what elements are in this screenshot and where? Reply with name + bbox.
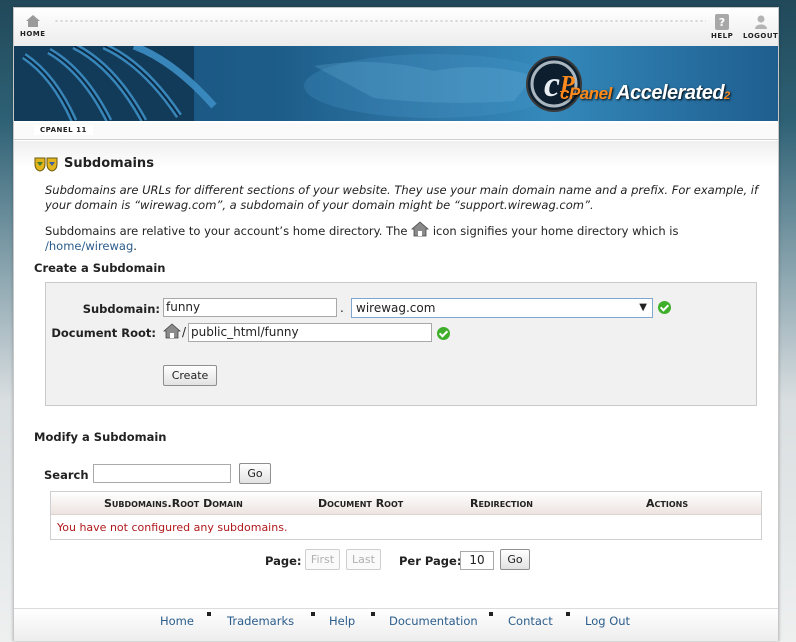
footer-link-logout[interactable]: Log Out: [585, 614, 630, 628]
docroot-home-icon: [163, 323, 181, 339]
footer-link-home[interactable]: Home: [160, 614, 194, 628]
per-page-label: Per Page:: [399, 554, 462, 568]
home-nav-button[interactable]: HOME: [20, 14, 46, 38]
subdomain-label: Subdomain:: [82, 302, 160, 316]
home-dir-path: /home/wirewag: [45, 239, 134, 253]
root-domain-selected: wirewag.com: [356, 301, 436, 315]
per-page-go-button[interactable]: Go: [500, 549, 530, 570]
first-page-button[interactable]: First: [305, 549, 340, 570]
create-subdomain-form: Subdomain: funny . wirewag.com ▼ Documen…: [45, 282, 757, 406]
home-nav-label: HOME: [20, 30, 46, 38]
subdomains-icon: [34, 157, 58, 172]
svg-text:?: ?: [719, 16, 725, 29]
home-dir-text-a: Subdomains are relative to your account’…: [45, 224, 408, 238]
footer-separator: [371, 612, 375, 616]
table-header: Subdomains.Root Domain Document Root Red…: [51, 492, 761, 515]
document-root-input[interactable]: public_html/funny: [188, 323, 432, 342]
cpanel-banner: c P cPanel Accelerated2: [14, 46, 778, 121]
subdomain-input[interactable]: funny: [163, 298, 337, 317]
breadcrumb: CPANEL 11: [14, 123, 778, 140]
help-nav-label: HELP: [711, 32, 734, 40]
create-button[interactable]: Create: [163, 365, 217, 386]
user-icon: [754, 15, 767, 29]
column-header-actions: Actions: [646, 497, 689, 510]
description-line-2: your domain is “wirewag.com”, a subdomai…: [45, 198, 594, 212]
search-label: Search: [44, 468, 89, 482]
footer-separator: [207, 612, 211, 616]
dropdown-arrow-icon: ▼: [639, 302, 647, 313]
last-page-button[interactable]: Last: [346, 549, 381, 570]
document-root-label: Document Root:: [51, 326, 156, 340]
top-navigation-bar: HOME ? HELP LOGOUT: [14, 8, 778, 47]
home-dir-text-b: icon signifies your home directory which…: [432, 224, 679, 238]
domain-separator-dot: .: [340, 301, 344, 315]
footer-separator: [566, 612, 570, 616]
page-title-text: Subdomains: [64, 156, 154, 171]
footer-link-trademarks[interactable]: Trademarks: [227, 614, 294, 628]
docroot-prefix: /: [182, 325, 187, 339]
help-icon: ?: [715, 14, 730, 30]
subdomains-table: Subdomains.Root Domain Document Root Red…: [50, 491, 762, 540]
logout-nav-button[interactable]: LOGOUT: [743, 14, 778, 40]
modify-subdomain-heading: Modify a Subdomain: [34, 430, 167, 444]
footer-separator: [311, 612, 315, 616]
footer-link-contact[interactable]: Contact: [508, 614, 553, 628]
root-domain-select[interactable]: wirewag.com ▼: [351, 298, 653, 318]
cpanel-logo-text: cPanel Accelerated2: [560, 82, 730, 105]
logout-nav-label: LOGOUT: [743, 32, 779, 40]
help-nav-button[interactable]: ? HELP: [711, 14, 733, 40]
svg-text:c: c: [544, 64, 560, 104]
cpanel-window: HOME ? HELP LOGOUT c P cPanel Accelerate…: [13, 7, 779, 641]
description-paragraph: Subdomains are URLs for different sectio…: [45, 183, 765, 213]
empty-table-message: You have not configured any subdomains.: [57, 521, 288, 534]
create-subdomain-heading: Create a Subdomain: [34, 261, 166, 275]
search-go-button[interactable]: Go: [239, 463, 271, 484]
footer-link-help[interactable]: Help: [329, 614, 355, 628]
breadcrumb-tab[interactable]: CPANEL 11: [34, 125, 93, 135]
home-directory-icon: [411, 221, 430, 237]
footer-separator: [489, 612, 493, 616]
home-dir-period: .: [133, 239, 137, 253]
column-header-subdomain[interactable]: Subdomains.Root Domain: [104, 497, 243, 510]
description-line-1: Subdomains are URLs for different sectio…: [45, 183, 759, 197]
footer-link-documentation[interactable]: Documentation: [389, 614, 478, 628]
topbar-divider: [54, 20, 706, 22]
logo-product: Accelerated: [616, 82, 725, 104]
home-dir-paragraph: Subdomains are relative to your account’…: [45, 221, 765, 254]
column-header-document-root[interactable]: Document Root: [318, 497, 403, 510]
logo-version: 2: [724, 90, 730, 102]
per-page-input[interactable]: 10: [460, 551, 494, 570]
docroot-valid-check-icon: [437, 327, 450, 340]
search-input[interactable]: [93, 464, 231, 483]
page-label: Page:: [265, 554, 302, 568]
column-header-redirection[interactable]: Redirection: [470, 497, 533, 510]
logo-brand: cPanel: [560, 84, 612, 103]
home-icon: [25, 15, 40, 27]
subdomain-valid-check-icon: [658, 301, 671, 314]
